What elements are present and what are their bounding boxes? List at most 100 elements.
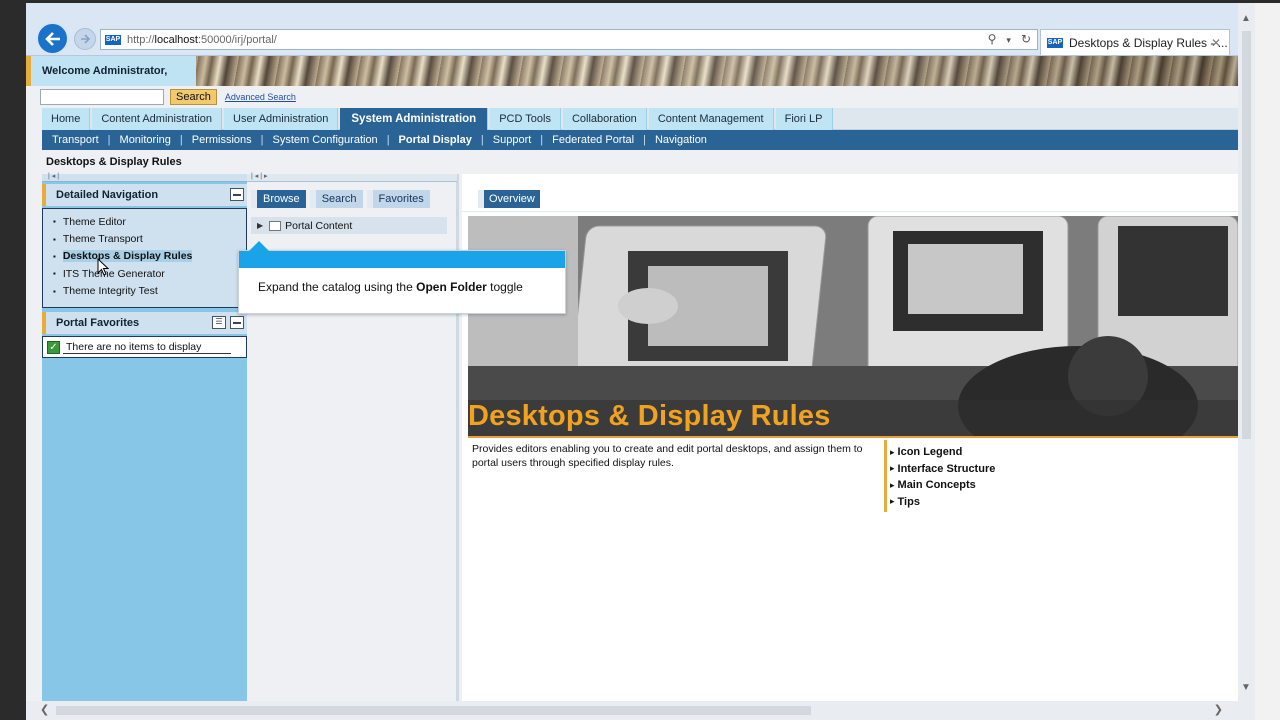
- overview-tab-strip: Overview: [462, 174, 1238, 212]
- horizontal-scrollbar[interactable]: ❮ ❯: [26, 701, 1255, 720]
- callout-header-band: [239, 251, 565, 268]
- subnav-support[interactable]: Support: [493, 134, 532, 146]
- tree-node-portal-content[interactable]: ▶ Portal Content: [251, 217, 447, 234]
- tab-browse[interactable]: Browse: [251, 190, 306, 208]
- pane-resize-bar[interactable]: | ◂ |: [42, 173, 247, 182]
- tab-search[interactable]: Search: [309, 190, 363, 208]
- tab-collaboration[interactable]: Collaboration: [562, 108, 647, 130]
- browser-toolbar: SAP http://localhost:50000/irj/portal/ ⚲…: [26, 3, 1238, 56]
- search-row: Search Advanced Search: [40, 88, 296, 106]
- tree-node-label: Portal Content: [285, 219, 353, 232]
- callout-pointer: [249, 241, 269, 251]
- nav-item-theme-editor[interactable]: Theme Editor: [53, 213, 246, 230]
- right-margin: [1255, 3, 1280, 720]
- back-arrow-icon: [44, 31, 60, 46]
- separator: |: [480, 134, 484, 146]
- subnav-monitoring[interactable]: Monitoring: [120, 134, 171, 146]
- page-title: Desktops & Display Rules: [46, 156, 182, 168]
- detailed-navigation-title: Detailed Navigation: [56, 189, 159, 201]
- tab-pcd-tools[interactable]: PCD Tools: [490, 108, 561, 130]
- scroll-down-icon[interactable]: ▼: [1241, 682, 1251, 693]
- browser-tab-title: Desktops & Display Rules - ...: [1069, 35, 1228, 50]
- scroll-up-icon[interactable]: ▲: [1241, 13, 1251, 24]
- separator: |: [643, 134, 646, 146]
- tab-content-management[interactable]: Content Management: [648, 108, 774, 130]
- scroll-right-icon[interactable]: ❯: [1214, 703, 1223, 716]
- tab-user-administration[interactable]: User Administration: [224, 108, 339, 130]
- masthead-banner: [36, 56, 1238, 86]
- subnav-federated-portal[interactable]: Federated Portal: [552, 134, 634, 146]
- browser-tab[interactable]: SAP Desktops & Display Rules - ... ✕: [1040, 29, 1230, 55]
- separator: |: [260, 134, 264, 146]
- address-bar[interactable]: SAP http://localhost:50000/irj/portal/ ⚲…: [100, 29, 1038, 50]
- separator: |: [540, 134, 544, 146]
- expand-arrow-icon[interactable]: ▶: [257, 221, 263, 230]
- subnav-portal-display[interactable]: Portal Display: [399, 134, 472, 146]
- top-level-navigation: Home Content Administration User Adminis…: [42, 108, 1238, 130]
- overview-pane: Overview Desktops & Display Rules Provid…: [462, 174, 1238, 701]
- minimize-icon[interactable]: [230, 316, 244, 329]
- sap-favicon-icon: SAP: [105, 34, 121, 45]
- scroll-thumb[interactable]: [56, 706, 811, 715]
- hero-title: Desktops & Display Rules: [468, 400, 831, 432]
- subnav-permissions[interactable]: Permissions: [192, 134, 252, 146]
- close-tab-icon[interactable]: ✕: [1211, 36, 1221, 50]
- favorites-empty-text: There are no items to display: [66, 341, 202, 353]
- portal-favorites-header: Portal Favorites ☰: [42, 312, 247, 334]
- link-icon-legend[interactable]: Icon Legend: [898, 444, 1054, 461]
- frame-left: [0, 0, 26, 720]
- grip-icon: | ◂ | ▸: [251, 173, 268, 180]
- catalog-tabs: Browse Search Favorites: [251, 190, 434, 208]
- search-icon[interactable]: ⚲: [988, 32, 997, 48]
- tab-content-administration[interactable]: Content Administration: [92, 108, 223, 130]
- tab-fiori-lp[interactable]: Fiori LP: [775, 108, 833, 130]
- separator: |: [386, 134, 390, 146]
- forward-arrow-icon: [80, 34, 90, 44]
- search-input[interactable]: [40, 89, 164, 105]
- link-tips[interactable]: Tips: [898, 494, 1054, 511]
- list-options-icon[interactable]: ☰: [212, 316, 226, 329]
- subnav-system-configuration[interactable]: System Configuration: [273, 134, 378, 146]
- vertical-scrollbar[interactable]: ▲ ▼: [1238, 3, 1255, 701]
- back-button[interactable]: [36, 22, 69, 55]
- sap-favicon-icon: SAP: [1047, 37, 1063, 48]
- nav-item-its-theme-generator[interactable]: ITS Theme Generator: [53, 265, 246, 282]
- portal: Welcome Administrator, Search Advanced S…: [26, 56, 1238, 701]
- subnav-navigation[interactable]: Navigation: [655, 134, 707, 146]
- subnav-transport[interactable]: Transport: [52, 134, 99, 146]
- link-interface-structure[interactable]: Interface Structure: [898, 461, 1054, 478]
- detailed-navigation-header: Detailed Navigation: [42, 184, 247, 206]
- refresh-icon[interactable]: ↻: [1021, 32, 1031, 48]
- overview-links: Icon Legend Interface Structure Main Con…: [884, 440, 1054, 512]
- checkmark-icon: ✓: [47, 340, 60, 354]
- forward-button[interactable]: [74, 28, 96, 50]
- mouse-cursor-icon: [97, 258, 109, 276]
- search-button[interactable]: Search: [170, 89, 217, 105]
- detailed-navigation-pane: | ◂ | Detailed Navigation Theme Editor T…: [42, 173, 247, 701]
- nav-item-theme-transport[interactable]: Theme Transport: [53, 230, 246, 247]
- tab-overview[interactable]: Overview: [478, 190, 540, 208]
- advanced-search-link[interactable]: Advanced Search: [225, 92, 296, 102]
- folder-icon: [269, 220, 282, 231]
- minimize-icon[interactable]: [230, 188, 244, 201]
- overview-description: Provides editors enabling you to create …: [472, 443, 863, 469]
- scroll-thumb[interactable]: [1242, 31, 1251, 439]
- welcome-box: Welcome Administrator,: [26, 56, 196, 86]
- pane-resize-bar[interactable]: | ◂ | ▸: [247, 173, 457, 182]
- grip-icon: | ◂ |: [48, 173, 60, 180]
- tab-home[interactable]: Home: [42, 108, 91, 130]
- link-main-concepts[interactable]: Main Concepts: [898, 477, 1054, 494]
- callout-text: Expand the catalog using the Open Folder…: [258, 280, 523, 294]
- nav-item-theme-integrity-test[interactable]: Theme Integrity Test: [53, 283, 246, 300]
- hero-divider: [468, 436, 1238, 438]
- tab-system-administration[interactable]: System Administration: [340, 108, 489, 130]
- tab-favorites[interactable]: Favorites: [366, 190, 430, 208]
- separator: |: [179, 134, 183, 146]
- portal-favorites-title: Portal Favorites: [56, 317, 140, 329]
- nav-item-desktops-display-rules[interactable]: Desktops & Display Rules: [53, 248, 246, 265]
- dropdown-icon[interactable]: ▾: [1006, 32, 1011, 48]
- guided-tour-callout: Expand the catalog using the Open Folder…: [238, 241, 566, 314]
- detailed-navigation-list: Theme Editor Theme Transport Desktops & …: [42, 208, 247, 308]
- url-text: http://localhost:50000/irj/portal/: [127, 33, 277, 46]
- scroll-left-icon[interactable]: ❮: [40, 703, 49, 716]
